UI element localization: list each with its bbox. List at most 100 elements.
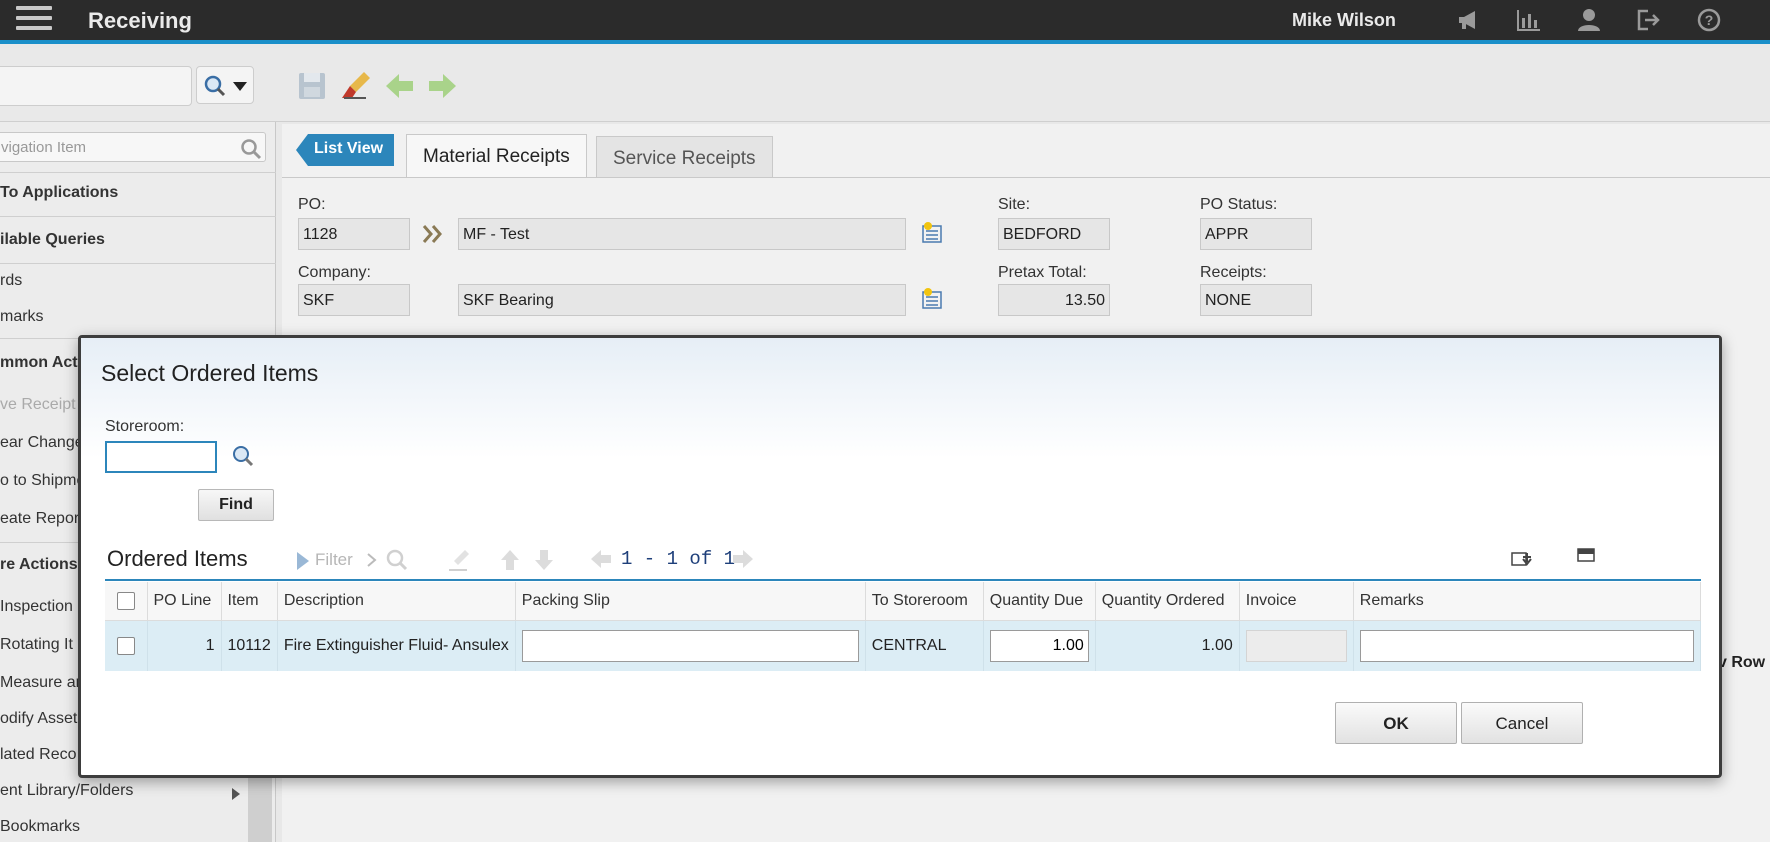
nav-rotating-items[interactable]: Rotating It <box>0 636 73 654</box>
nav-attachment-library[interactable]: ent Library/Folders <box>0 782 133 800</box>
list-view-button[interactable]: List View <box>296 134 394 166</box>
select-all-checkbox[interactable] <box>116 591 135 610</box>
column-header-po-line[interactable]: PO Line <box>147 582 222 621</box>
nav-inspection[interactable]: Inspection <box>0 598 73 616</box>
nav-related-records[interactable]: lated Reco <box>0 746 77 764</box>
dialog-header <box>81 338 1719 458</box>
site-label: Site: <box>998 196 1031 213</box>
nav-create-report[interactable]: eate Repor <box>0 510 79 528</box>
column-header-item[interactable]: Item <box>221 582 278 621</box>
app-title: Receiving <box>88 8 192 33</box>
pretax-total-label: Pretax Total: <box>998 264 1087 281</box>
pagination-text: 1 - 1 of 1 <box>621 548 736 570</box>
pretax-total-field[interactable]: 13.50 <box>998 284 1110 316</box>
item-cell: 10112 <box>221 620 278 671</box>
nav-common-actions[interactable]: mmon Acti <box>0 354 82 372</box>
section-divider <box>105 579 1701 581</box>
po-line-cell: 1 <box>147 620 222 671</box>
ok-button[interactable]: OK <box>1335 702 1457 744</box>
nav-search-input[interactable]: vigation Item <box>0 132 266 162</box>
column-header-remarks[interactable]: Remarks <box>1353 582 1702 621</box>
search-icon[interactable] <box>385 548 409 572</box>
search-icon[interactable] <box>231 444 255 468</box>
collapse-icon[interactable] <box>1577 548 1595 562</box>
to-storeroom-cell: CENTRAL <box>865 620 984 671</box>
nav-available-queries[interactable]: ilable Queries <box>0 231 105 249</box>
po-label: PO: <box>298 196 326 213</box>
next-page-icon[interactable] <box>731 548 755 570</box>
cancel-button[interactable]: Cancel <box>1461 702 1583 744</box>
ordered-items-title: Ordered Items <box>107 546 248 571</box>
row-select-checkbox[interactable] <box>116 636 135 655</box>
site-field[interactable]: BEDFORD <box>998 218 1110 250</box>
po-field[interactable]: 1128 <box>298 218 410 250</box>
find-button[interactable]: Find <box>198 489 274 521</box>
nav-bookmarks[interactable]: Bookmarks <box>0 818 80 836</box>
previous-record-icon[interactable] <box>384 70 416 102</box>
nav-measure[interactable]: Measure an <box>0 674 85 692</box>
sort-down-icon[interactable] <box>533 548 555 572</box>
receipts-field[interactable]: NONE <box>1200 284 1312 316</box>
clear-filter-icon[interactable] <box>447 548 471 572</box>
search-icon[interactable] <box>240 138 262 160</box>
packing-slip-input[interactable] <box>521 629 859 662</box>
company-field[interactable]: SKF <box>298 284 410 316</box>
row-select-cell <box>105 620 148 671</box>
nav-query-bookmarks[interactable]: marks <box>0 308 44 326</box>
go-to-po-icon[interactable] <box>422 224 444 244</box>
select-all-header <box>105 582 148 621</box>
column-header-quantity-ordered[interactable]: Quantity Ordered <box>1095 582 1240 621</box>
table-header-row: PO Line Item Description Packing Slip To… <box>105 582 1702 621</box>
search-button[interactable] <box>196 66 254 104</box>
column-header-description[interactable]: Description <box>277 582 516 621</box>
svg-text:?: ? <box>1705 12 1714 28</box>
table-row[interactable]: 1 10112 Fire Extinguisher Fluid- Ansulex… <box>105 620 1702 671</box>
column-header-quantity-due[interactable]: Quantity Due <box>983 582 1096 621</box>
company-description-field[interactable]: SKF Bearing <box>458 284 906 316</box>
po-status-field[interactable]: APPR <box>1200 218 1312 250</box>
global-search-input[interactable] <box>0 66 192 106</box>
receipts-label: Receipts: <box>1200 264 1267 281</box>
nav-go-to-shipment[interactable]: o to Shipme <box>0 472 85 490</box>
reports-icon[interactable] <box>1516 8 1542 32</box>
packing-slip-cell <box>515 620 866 671</box>
tab-service-receipts[interactable]: Service Receipts <box>596 136 773 178</box>
column-header-invoice[interactable]: Invoice <box>1239 582 1354 621</box>
divider <box>0 216 276 217</box>
storeroom-input[interactable] <box>105 441 217 473</box>
invoice-cell <box>1239 620 1354 671</box>
user-profile-icon[interactable] <box>1576 8 1602 32</box>
company-label: Company: <box>298 264 371 281</box>
download-icon[interactable] <box>1511 550 1533 568</box>
detail-menu-icon[interactable] <box>920 286 946 312</box>
nav-go-to-applications[interactable]: To Applications <box>0 184 118 202</box>
nav-more-actions[interactable]: re Actions <box>0 556 78 574</box>
filter-toggle-icon[interactable] <box>297 552 309 570</box>
storeroom-label: Storeroom: <box>105 418 185 435</box>
po-description-field[interactable]: MF - Test <box>458 218 906 250</box>
column-header-to-storeroom[interactable]: To Storeroom <box>865 582 984 621</box>
detail-menu-icon[interactable] <box>920 220 946 246</box>
megaphone-icon[interactable] <box>1456 8 1482 32</box>
sign-out-icon[interactable] <box>1636 8 1662 32</box>
next-record-icon[interactable] <box>426 70 458 102</box>
new-row-button[interactable]: v Row <box>1718 654 1765 672</box>
quantity-due-input[interactable] <box>989 629 1089 662</box>
filter-label[interactable]: Filter <box>315 550 353 570</box>
previous-page-icon[interactable] <box>589 548 613 570</box>
search-icon <box>204 75 226 97</box>
toolbar <box>0 48 1770 122</box>
remarks-input[interactable] <box>1359 629 1694 662</box>
clear-changes-icon[interactable] <box>340 70 372 102</box>
sort-up-icon[interactable] <box>499 548 521 572</box>
nav-query-all-records[interactable]: rds <box>0 272 22 290</box>
save-icon[interactable] <box>296 70 328 102</box>
menu-icon[interactable] <box>16 6 52 34</box>
tab-material-receipts[interactable]: Material Receipts <box>406 134 587 178</box>
quantity-ordered-cell: 1.00 <box>1095 620 1240 671</box>
nav-clear-changes[interactable]: ear Change <box>0 434 84 452</box>
nav-modify-asset[interactable]: odify Asset <box>0 710 77 728</box>
column-header-packing-slip[interactable]: Packing Slip <box>515 582 866 621</box>
nav-save-receipt[interactable]: ve Receipt <box>0 396 76 414</box>
help-icon[interactable]: ? <box>1696 8 1722 32</box>
